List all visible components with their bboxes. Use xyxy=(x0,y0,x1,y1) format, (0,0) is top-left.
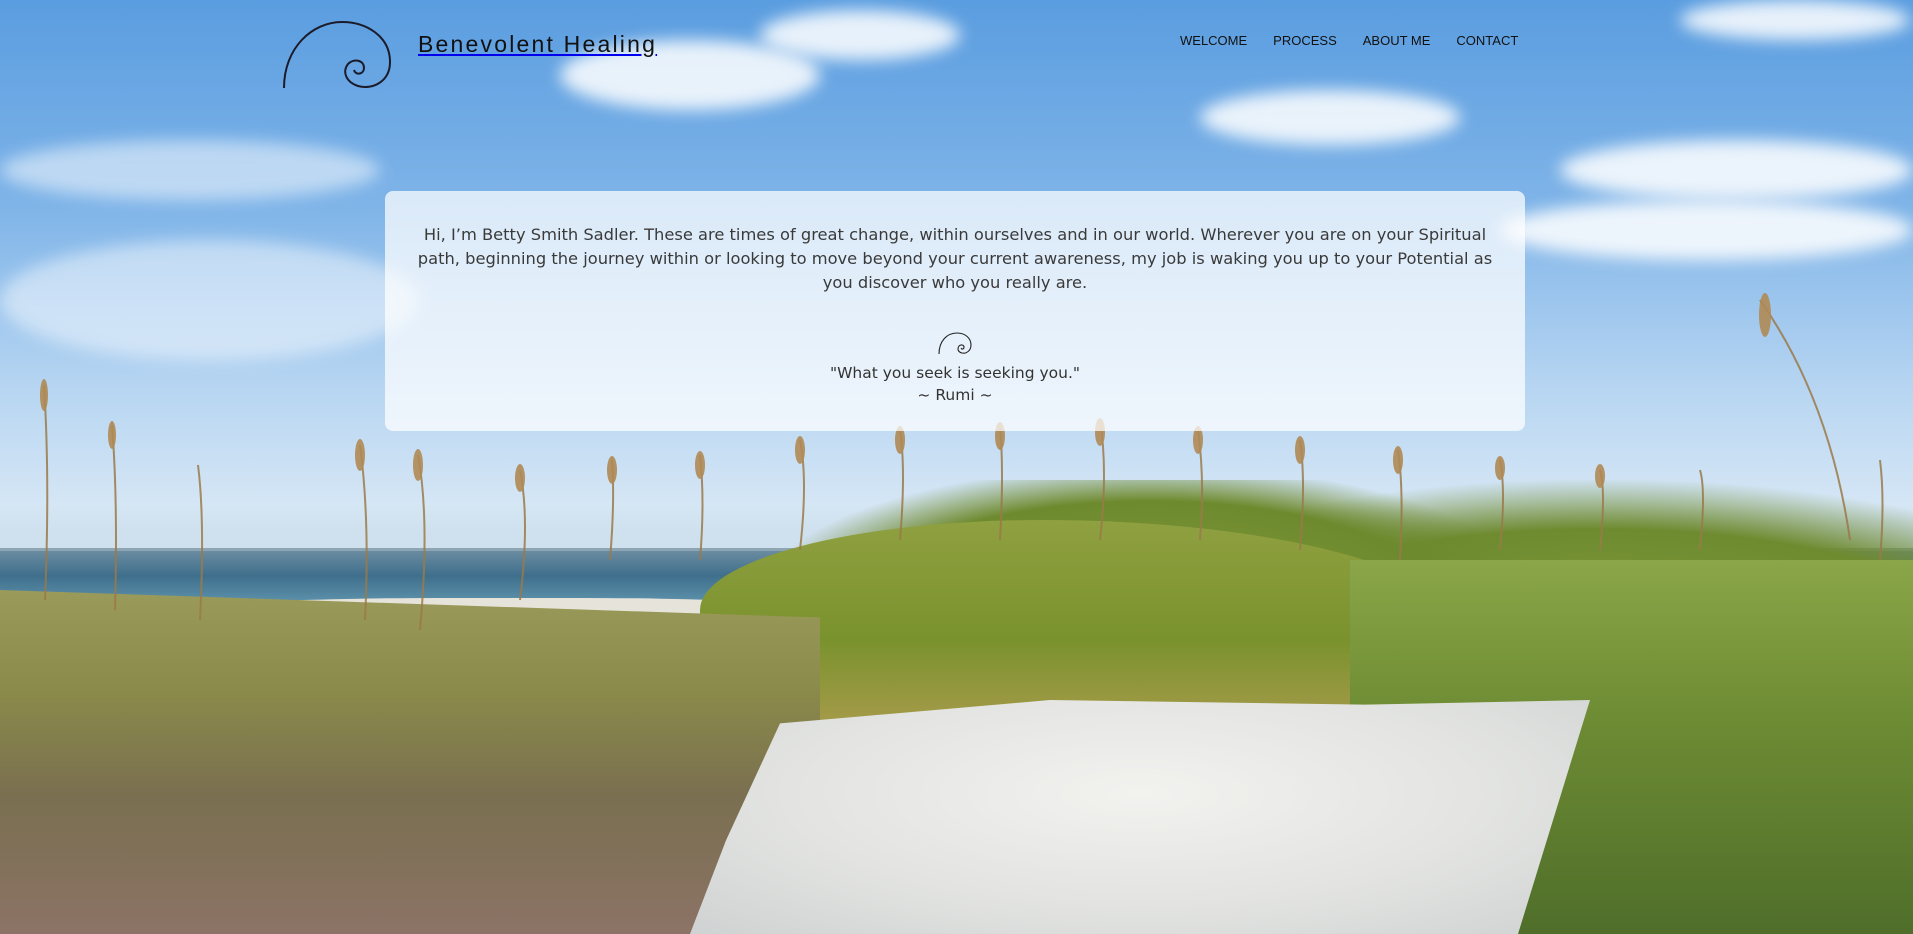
quote-text: "What you seek is seeking you." xyxy=(829,364,1081,382)
nav-item-about-me[interactable]: ABOUT ME xyxy=(1363,33,1431,48)
nav-item-process[interactable]: PROCESS xyxy=(1273,33,1337,48)
intro-text: Hi, I’m Betty Smith Sadler. These are ti… xyxy=(417,225,1493,292)
logo-link[interactable]: Benevolent Healing xyxy=(282,18,657,90)
brand-name: Benevolent Healing xyxy=(418,30,658,57)
nav-item-welcome[interactable]: WELCOME xyxy=(1180,33,1247,48)
nav-item-contact[interactable]: CONTACT xyxy=(1456,33,1518,48)
spiral-logo-icon xyxy=(283,20,392,89)
spiral-icon xyxy=(938,332,972,355)
main-nav: WELCOME PROCESS ABOUT ME CONTACT xyxy=(1180,33,1518,48)
intro-card: Hi, I’m Betty Smith Sadler. These are ti… xyxy=(385,191,1525,431)
site-header: Benevolent Healing WELCOME PROCESS ABOUT… xyxy=(0,0,1913,110)
quote-author: ~ Rumi ~ xyxy=(917,386,993,404)
hero-background: Benevolent Healing WELCOME PROCESS ABOUT… xyxy=(0,0,1913,934)
sea-oats-decoration xyxy=(40,293,1884,631)
